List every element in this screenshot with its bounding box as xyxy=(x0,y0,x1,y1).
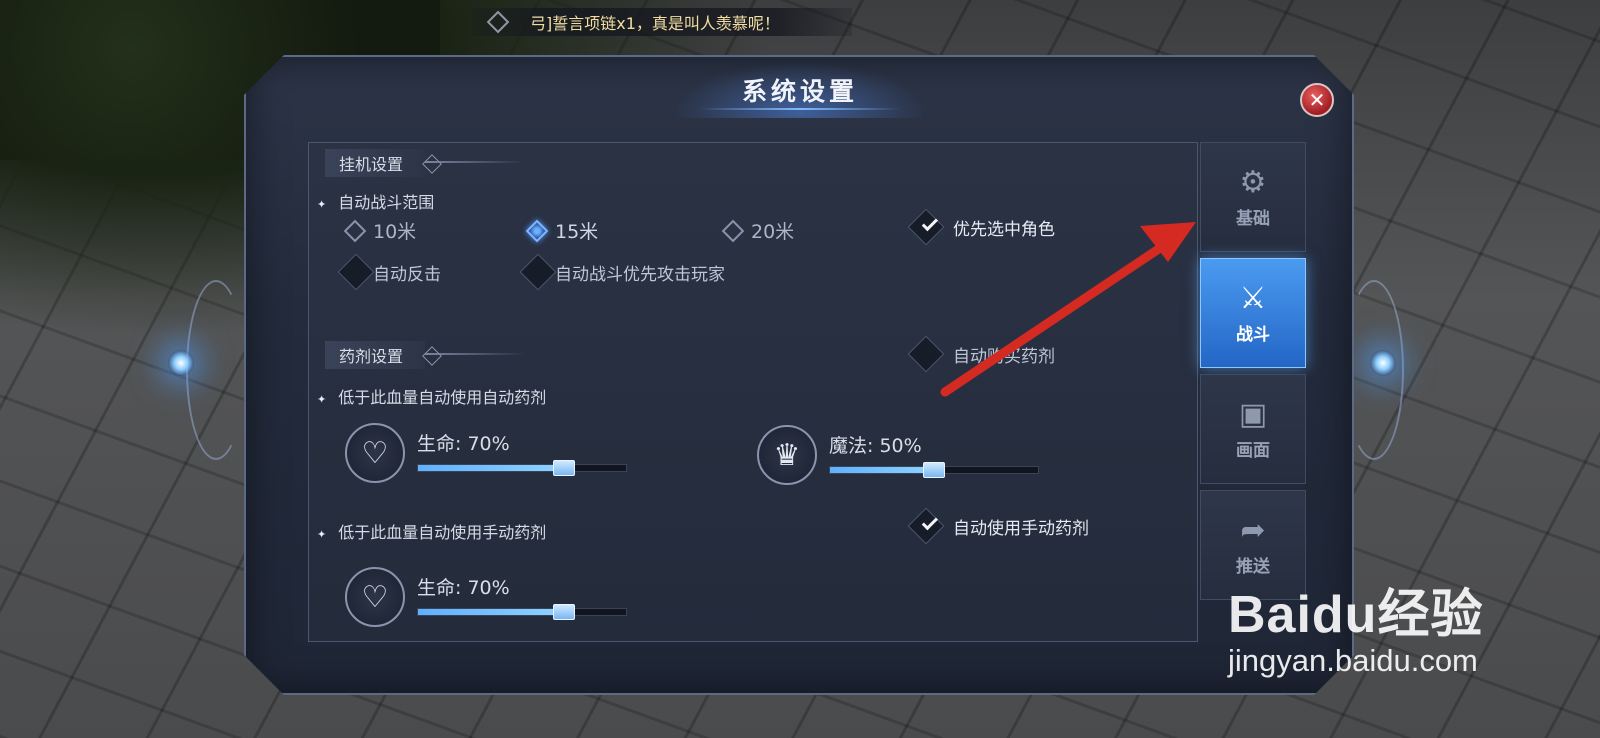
watermark-logo: Baidu经验 xyxy=(1228,586,1484,644)
baidu-watermark: Baidu经验 jingyan.baidu.com xyxy=(1228,572,1483,679)
annotation-arrow-line xyxy=(940,235,1177,397)
watermark-url: jingyan.baidu.com xyxy=(1228,643,1478,678)
